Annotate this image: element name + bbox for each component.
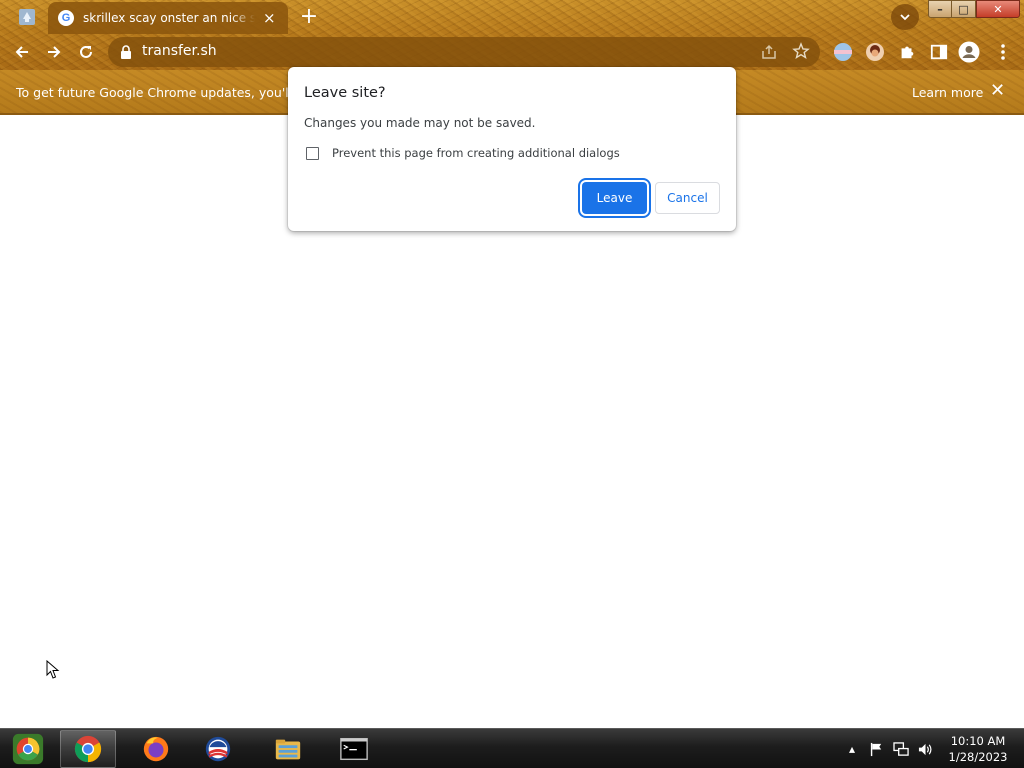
prevent-dialogs-checkbox[interactable] xyxy=(306,147,319,160)
network-icon[interactable] xyxy=(890,739,912,759)
browser-toolbar: transfer.sh xyxy=(0,34,1024,70)
clock-date: 1/28/2023 xyxy=(948,750,1008,764)
tab-strip: G skrillex scay onster an nice sprite × … xyxy=(0,0,1024,34)
leave-button[interactable]: Leave xyxy=(582,182,647,214)
browser-tab[interactable]: G skrillex scay onster an nice sprite × xyxy=(48,2,288,34)
extensions-puzzle-icon[interactable] xyxy=(896,41,918,63)
taskbar-explorer-button[interactable] xyxy=(260,730,316,768)
tab-list-chevron-icon[interactable] xyxy=(891,4,919,30)
start-orb-icon[interactable] xyxy=(6,731,50,767)
side-panel-icon[interactable] xyxy=(928,41,950,63)
tray-expand-icon[interactable]: ▴ xyxy=(844,739,860,759)
taskbar-obama-button[interactable] xyxy=(190,730,246,768)
clock-time: 10:10 AM xyxy=(950,734,1006,748)
taskbar-firefox-button[interactable] xyxy=(128,730,184,768)
infobar-close-icon[interactable]: ✕ xyxy=(990,81,1005,101)
profile-avatar-icon[interactable] xyxy=(958,41,980,63)
taskbar-cmd-button[interactable] xyxy=(326,730,382,768)
browser-chrome: G skrillex scay onster an nice sprite × … xyxy=(0,0,1024,70)
firefox-icon xyxy=(143,736,169,762)
tab-search-icon[interactable] xyxy=(14,6,40,28)
forward-icon[interactable] xyxy=(40,38,68,66)
obama-logo-icon xyxy=(205,736,231,762)
extension-flag-icon[interactable] xyxy=(832,41,854,63)
close-window-button[interactable]: ✕ xyxy=(976,0,1020,18)
menu-kebab-icon[interactable] xyxy=(992,41,1014,63)
action-center-flag-icon[interactable] xyxy=(866,739,886,759)
mouse-cursor-icon xyxy=(46,660,60,679)
taskbar-chrome-button[interactable] xyxy=(60,730,116,768)
cancel-button[interactable]: Cancel xyxy=(655,182,720,214)
address-bar[interactable]: transfer.sh xyxy=(108,37,820,67)
learn-more-link[interactable]: Learn more xyxy=(912,85,983,100)
taskbar: ▴ 10:10 AM 1/28/2023 xyxy=(0,728,1024,768)
extension-avatar-icon[interactable] xyxy=(864,41,886,63)
lock-icon[interactable] xyxy=(120,44,132,60)
volume-icon[interactable] xyxy=(914,739,936,759)
tab-title: skrillex scay onster an nice sprite xyxy=(83,11,255,25)
infobar-message: To get future Google Chrome updates, you… xyxy=(16,85,328,100)
maximize-button[interactable]: □ xyxy=(952,0,976,18)
folder-icon xyxy=(275,739,301,760)
google-favicon-icon: G xyxy=(58,10,74,26)
dialog-title: Leave site? xyxy=(304,85,386,101)
bookmark-star-icon[interactable] xyxy=(792,42,810,60)
tab-close-icon[interactable]: × xyxy=(263,10,276,26)
prevent-dialogs-label[interactable]: Prevent this page from creating addition… xyxy=(332,146,620,160)
chrome-icon xyxy=(74,735,102,763)
leave-site-dialog: Leave site? Changes you made may not be … xyxy=(288,67,736,231)
dialog-message: Changes you made may not be saved. xyxy=(304,116,536,130)
back-icon[interactable] xyxy=(8,38,36,66)
reload-icon[interactable] xyxy=(72,38,100,66)
url-text: transfer.sh xyxy=(142,43,217,59)
system-clock[interactable]: 10:10 AM 1/28/2023 xyxy=(938,733,1018,765)
minimize-button[interactable]: – xyxy=(928,0,952,18)
new-tab-button[interactable]: + xyxy=(296,5,322,29)
share-icon[interactable] xyxy=(760,43,778,61)
command-prompt-icon xyxy=(340,737,368,761)
